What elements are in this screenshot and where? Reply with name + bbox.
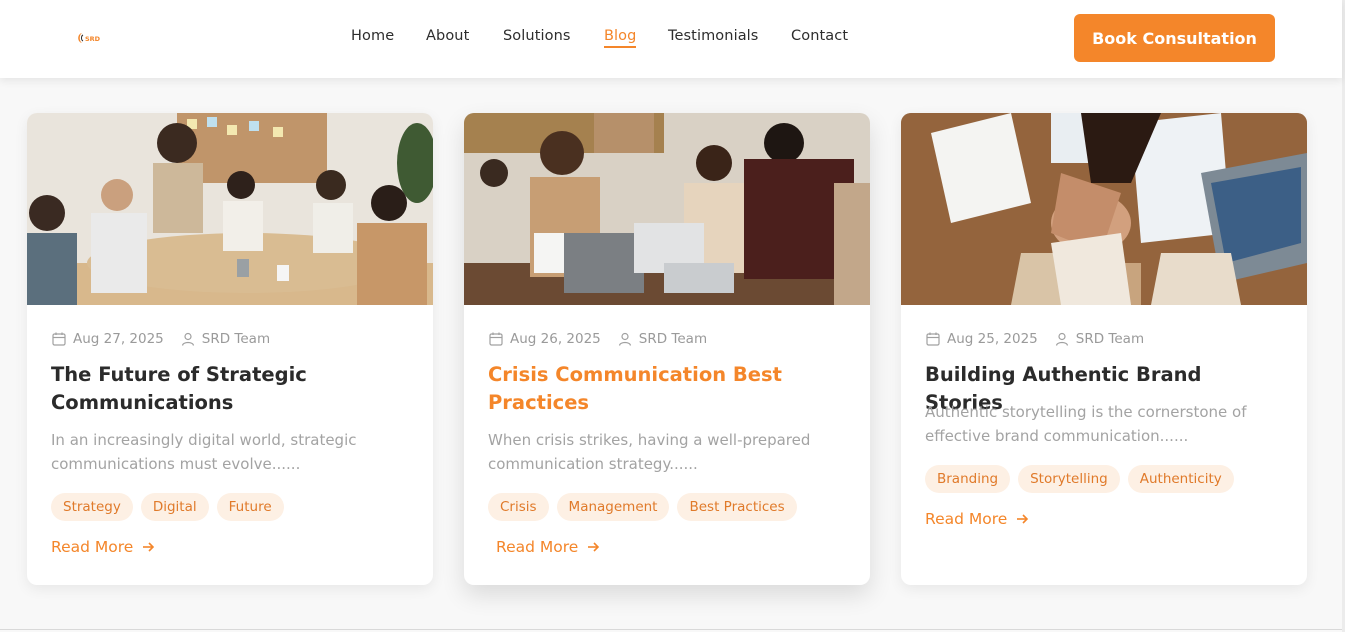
post-author: SRD Team <box>1054 331 1144 347</box>
read-more-link[interactable]: Read More <box>925 510 1029 528</box>
site-header: SRD Home About Solutions Blog Testimonia… <box>0 0 1342 78</box>
blog-card: Aug 25, 2025 SRD Team Building Authentic… <box>901 113 1307 585</box>
calendar-icon <box>925 331 941 347</box>
read-more-label: Read More <box>925 510 1008 528</box>
arrow-right-icon <box>143 542 155 552</box>
user-icon <box>1054 331 1070 347</box>
blog-card-image[interactable] <box>464 113 870 305</box>
nav-item-home[interactable]: Home <box>351 28 394 44</box>
blog-card-image[interactable] <box>901 113 1307 305</box>
post-meta: Aug 25, 2025 SRD Team <box>925 330 1144 348</box>
tag-authenticity[interactable]: Authenticity <box>1127 465 1234 493</box>
user-icon <box>180 331 196 347</box>
read-more-label: Read More <box>51 538 134 556</box>
post-excerpt: In an increasingly digital world, strate… <box>51 431 357 473</box>
team-discussion-photo-image <box>464 113 870 305</box>
book-consultation-button[interactable]: Book Consultation <box>1074 14 1275 62</box>
post-author: SRD Team <box>617 331 707 347</box>
post-date: Aug 27, 2025 <box>73 331 164 347</box>
tag-management[interactable]: Management <box>556 493 670 521</box>
blog-card-image[interactable] <box>27 113 433 305</box>
team-meeting-photo-image <box>27 113 433 305</box>
tag-branding[interactable]: Branding <box>925 465 1011 493</box>
read-more-link[interactable]: Read More <box>496 538 600 556</box>
post-author-name: SRD Team <box>201 331 271 347</box>
section-divider <box>0 629 1342 630</box>
nav-item-contact[interactable]: Contact <box>791 28 848 44</box>
tag-future[interactable]: Future <box>216 493 284 521</box>
tag-best-practices[interactable]: Best Practices <box>677 493 797 521</box>
post-tags: Strategy Digital Future <box>51 493 284 521</box>
tag-storytelling[interactable]: Storytelling <box>1018 465 1120 493</box>
post-excerpt: When crisis strikes, having a well-prepa… <box>488 431 811 473</box>
tag-digital[interactable]: Digital <box>140 493 209 521</box>
post-tags: Crisis Management Best Practices <box>488 493 797 521</box>
arrow-right-icon <box>1017 514 1029 524</box>
calendar-icon <box>488 331 504 347</box>
post-title[interactable]: The Future of Strategic Communications <box>51 361 411 417</box>
nav-item-blog[interactable]: Blog <box>604 28 637 48</box>
tag-crisis[interactable]: Crisis <box>488 493 549 521</box>
calendar-icon <box>51 331 67 347</box>
post-author-name: SRD Team <box>1075 331 1145 347</box>
post-date: Aug 25, 2025 <box>947 331 1038 347</box>
read-more-label: Read More <box>496 538 579 556</box>
post-author-name: SRD Team <box>638 331 708 347</box>
tag-strategy[interactable]: Strategy <box>51 493 133 521</box>
post-title[interactable]: Crisis Communication Best Practices <box>488 361 848 417</box>
arrow-right-icon <box>588 542 600 552</box>
post-author: SRD Team <box>180 331 270 347</box>
read-more-link[interactable]: Read More <box>51 538 155 556</box>
blog-card: Aug 27, 2025 SRD Team The Future of Stra… <box>27 113 433 585</box>
post-meta: Aug 27, 2025 SRD Team <box>51 330 270 348</box>
post-meta: Aug 26, 2025 SRD Team <box>488 330 707 348</box>
user-icon <box>617 331 633 347</box>
blog-card: Aug 26, 2025 SRD Team Crisis Communicati… <box>464 113 870 585</box>
nav-item-about[interactable]: About <box>426 28 469 44</box>
nav-item-testimonials[interactable]: Testimonials <box>668 28 758 44</box>
stacked-hands-photo-image <box>901 113 1307 305</box>
post-date: Aug 26, 2025 <box>510 331 601 347</box>
post-tags: Branding Storytelling Authenticity <box>925 465 1234 493</box>
nav-item-solutions[interactable]: Solutions <box>503 28 571 44</box>
post-excerpt: Authentic storytelling is the cornerston… <box>925 403 1247 445</box>
